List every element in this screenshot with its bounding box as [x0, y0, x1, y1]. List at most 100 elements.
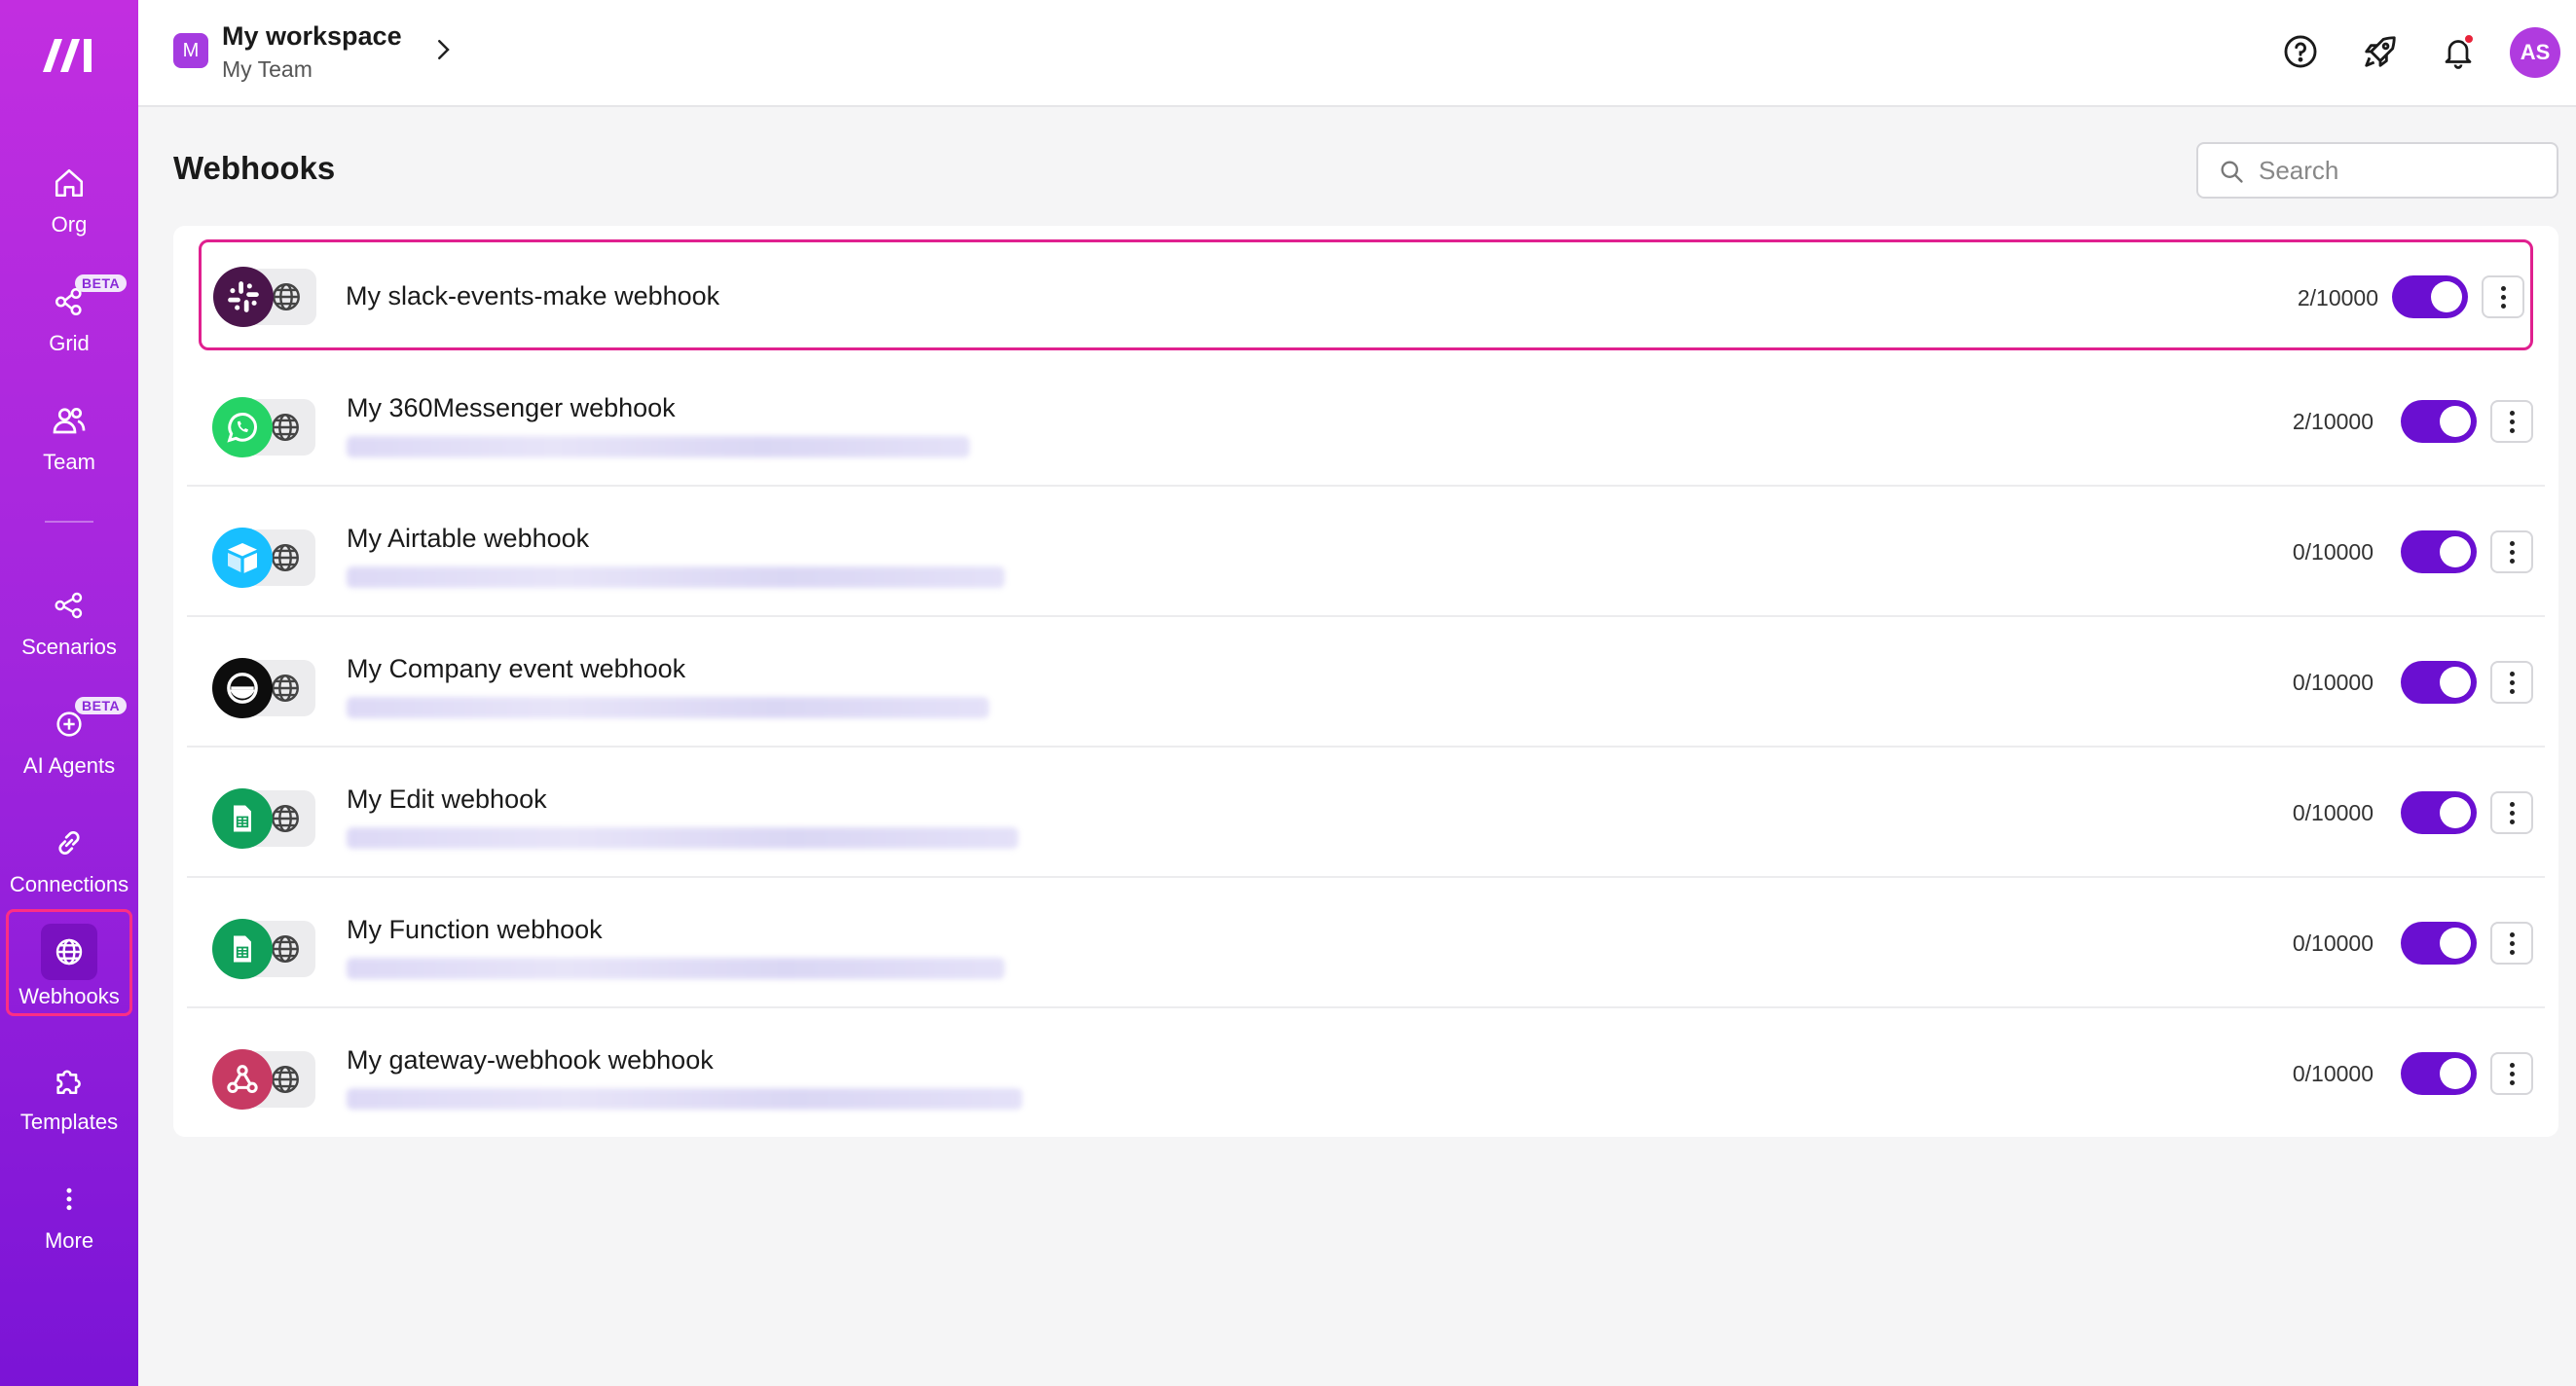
bell-icon[interactable] [2436, 29, 2481, 74]
webhook-url-redacted [347, 697, 989, 718]
more-options-button[interactable] [2490, 791, 2533, 834]
sidebar-item-scenarios[interactable]: Scenarios [0, 568, 138, 675]
beta-badge: BETA [75, 697, 128, 714]
google-sheets-icon [212, 788, 273, 849]
webhook-toggle[interactable] [2401, 791, 2477, 834]
webhook-toggle[interactable] [2401, 1052, 2477, 1095]
sidebar-item-more[interactable]: More [0, 1162, 138, 1269]
sidebar-item-webhooks[interactable]: Webhooks [6, 909, 132, 1016]
app-icon-group [212, 788, 319, 849]
workspace-name[interactable]: My workspace [222, 21, 402, 52]
search-icon [2221, 161, 2243, 183]
sidebar-item-org[interactable]: Org [0, 146, 138, 253]
search-input[interactable] [2259, 152, 2541, 189]
ai-agent-icon: BETA [48, 697, 128, 746]
webhook-row[interactable]: My 360Messenger webhook 2/10000 [187, 356, 2545, 487]
more-options-button[interactable] [2490, 922, 2533, 965]
webhook-toggle[interactable] [2401, 922, 2477, 965]
more-options-button[interactable] [2490, 400, 2533, 443]
webhook-usage: 0/10000 [2292, 539, 2374, 565]
sidebar-item-label: Org [51, 212, 88, 237]
webhook-toggle[interactable] [2401, 400, 2477, 443]
webhook-url-redacted [347, 566, 1005, 588]
globe-icon [273, 283, 300, 310]
webhook-row[interactable]: My Function webhook 0/10000 [187, 878, 2545, 1008]
rocket-icon[interactable] [2358, 29, 2403, 74]
sidebar-divider [45, 521, 93, 523]
webhook-list: My slack-events-make webhook 2/10000 My … [173, 226, 2558, 1137]
webhook-usage: 2/10000 [2292, 409, 2374, 434]
webhook-row[interactable]: My gateway-webhook webhook 0/10000 [187, 1008, 2545, 1139]
app-icon-group [212, 397, 319, 457]
webhook-toggle[interactable] [2392, 275, 2468, 318]
globe-icon [272, 935, 299, 963]
sidebar-item-team[interactable]: Team [0, 383, 138, 491]
webhook-toggle[interactable] [2401, 661, 2477, 704]
globe-icon [272, 675, 299, 702]
webhook-name[interactable]: My Function webhook [347, 915, 603, 945]
webhook-row[interactable]: My Company event webhook 0/10000 [187, 617, 2545, 748]
webhook-name[interactable]: My Airtable webhook [347, 524, 589, 554]
webhook-name[interactable]: My 360Messenger webhook [347, 393, 676, 423]
sidebar-item-label: Webhooks [18, 984, 120, 1008]
sidebar-item-connections[interactable]: Connections [0, 806, 138, 913]
app-icon-group [213, 267, 320, 327]
webhook-row[interactable]: My Airtable webhook 0/10000 [187, 487, 2545, 617]
make-logo-icon[interactable] [39, 29, 99, 80]
sidebar-item-grid[interactable]: BETA Grid [0, 265, 138, 372]
help-icon[interactable] [2278, 29, 2323, 74]
notification-dot [2463, 33, 2475, 45]
globe-icon [272, 805, 299, 832]
webhook-row[interactable]: My slack-events-make webhook 2/10000 [199, 239, 2533, 350]
chevron-right-icon[interactable] [428, 35, 458, 64]
sidebar-item-label: More [44, 1228, 94, 1253]
sidebar-item-label: Team [43, 450, 95, 474]
slack-icon [213, 267, 274, 327]
webhook-url-redacted [347, 827, 1018, 849]
more-options-button[interactable] [2482, 275, 2524, 318]
team-name[interactable]: My Team [222, 56, 313, 83]
more-options-button[interactable] [2490, 530, 2533, 573]
webhook-toggle[interactable] [2401, 530, 2477, 573]
webhook-name[interactable]: My Edit webhook [347, 784, 547, 815]
sidebar: Org BETA Grid Team Scenarios BETA AI Age… [0, 0, 138, 1386]
avatar[interactable]: AS [2510, 27, 2560, 78]
globe-icon [272, 1066, 299, 1093]
link-icon [48, 821, 91, 864]
search-box[interactable] [2196, 142, 2558, 199]
top-header: M My workspace My Team AS [138, 0, 2576, 107]
home-icon [48, 162, 91, 204]
webhook-url-redacted [347, 958, 1005, 979]
webhook-usage: 0/10000 [2292, 800, 2374, 825]
app-icon-group [212, 528, 319, 588]
team-icon [48, 399, 91, 442]
webhook-name[interactable]: My slack-events-make webhook [346, 281, 719, 311]
globe-icon [272, 414, 299, 441]
grid-icon: BETA [48, 274, 128, 323]
more-options-button[interactable] [2490, 1052, 2533, 1095]
globe-icon [272, 544, 299, 571]
puzzle-icon [48, 1059, 91, 1102]
app-icon-group [212, 1049, 319, 1110]
webhook-row[interactable]: My Edit webhook 0/10000 [187, 748, 2545, 878]
page-title: Webhooks [173, 150, 336, 186]
sidebar-item-label: Scenarios [21, 635, 117, 659]
workspace-badge[interactable]: M [173, 33, 208, 68]
app-icon-group [212, 919, 319, 979]
webhook-url-redacted [347, 436, 970, 457]
company-icon [212, 658, 273, 718]
webhook-usage: 0/10000 [2292, 1061, 2374, 1086]
more-options-button[interactable] [2490, 661, 2533, 704]
sidebar-item-ai-agents[interactable]: BETA AI Agents [0, 687, 138, 794]
airtable-icon [212, 528, 273, 588]
webhook-usage: 0/10000 [2292, 930, 2374, 956]
webhook-url-redacted [347, 1088, 1022, 1110]
webhook-name[interactable]: My Company event webhook [347, 654, 685, 684]
sidebar-item-label: Connections [9, 872, 129, 896]
sidebar-item-templates[interactable]: Templates [0, 1043, 138, 1150]
google-sheets-icon [212, 919, 273, 979]
sidebar-item-label: Templates [19, 1110, 119, 1134]
sidebar-item-label: Grid [49, 331, 90, 355]
beta-badge: BETA [75, 274, 128, 292]
webhook-name[interactable]: My gateway-webhook webhook [347, 1045, 714, 1076]
